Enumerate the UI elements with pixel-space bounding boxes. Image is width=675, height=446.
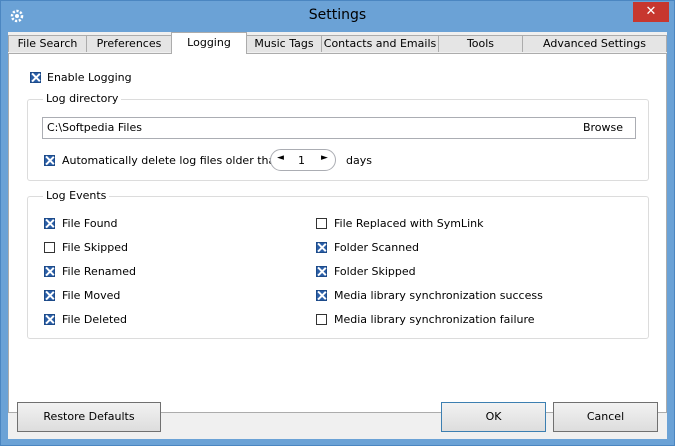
days-unit-label: days <box>346 154 372 167</box>
log-directory-path-field[interactable]: C:\Softpedia Files Browse <box>42 117 636 139</box>
logging-page: Enable Logging Log directory C:\Softpedi… <box>8 53 667 413</box>
days-value[interactable]: 1 <box>298 154 305 167</box>
log-events-title: Log Events <box>43 189 110 202</box>
tab-strip: File Search Preferences Logging Music Ta… <box>8 32 667 54</box>
log-directory-path: C:\Softpedia Files <box>47 121 142 134</box>
file-replaced-symlink-label: File Replaced with SymLink <box>334 217 484 230</box>
file-deleted-checkbox[interactable] <box>44 314 55 325</box>
folder-scanned-checkbox[interactable] <box>316 242 327 253</box>
tab-tools[interactable]: Tools <box>438 35 523 52</box>
file-renamed-label: File Renamed <box>62 265 136 278</box>
log-directory-group: Log directory C:\Softpedia Files Browse … <box>27 92 649 181</box>
media-sync-success-label: Media library synchronization success <box>334 289 543 302</box>
enable-logging-label: Enable Logging <box>47 71 132 84</box>
file-deleted-label: File Deleted <box>62 313 128 326</box>
increment-arrow-icon[interactable]: ► <box>321 153 328 163</box>
file-found-checkbox[interactable] <box>44 218 55 229</box>
client-area: File Search Preferences Logging Music Ta… <box>8 32 667 439</box>
ok-button[interactable]: OK <box>441 402 546 432</box>
folder-skipped-checkbox[interactable] <box>316 266 327 277</box>
tab-music-tags[interactable]: Music Tags <box>246 35 322 52</box>
file-skipped-label: File Skipped <box>62 241 129 254</box>
tab-logging[interactable]: Logging <box>171 32 247 54</box>
decrement-arrow-icon[interactable]: ◄ <box>277 153 284 163</box>
folder-scanned-label: Folder Scanned <box>334 241 419 254</box>
auto-delete-label: Automatically delete log files older tha… <box>62 154 283 167</box>
enable-logging-checkbox[interactable] <box>30 72 41 83</box>
window-title: Settings <box>308 7 367 23</box>
media-sync-failure-label: Media library synchronization failure <box>334 313 535 326</box>
title-bar[interactable]: Settings ✕ <box>1 1 674 31</box>
file-renamed-checkbox[interactable] <box>44 266 55 277</box>
file-moved-label: File Moved <box>62 289 121 302</box>
close-button[interactable]: ✕ <box>633 2 669 22</box>
cancel-button[interactable]: Cancel <box>553 402 658 432</box>
log-events-group: Log Events File Found File Skipped File … <box>27 189 649 339</box>
media-sync-success-checkbox[interactable] <box>316 290 327 301</box>
file-moved-checkbox[interactable] <box>44 290 55 301</box>
browse-button[interactable]: Browse <box>583 121 623 134</box>
file-found-label: File Found <box>62 217 118 230</box>
tab-file-search[interactable]: File Search <box>8 35 87 52</box>
restore-defaults-button[interactable]: Restore Defaults <box>17 402 161 432</box>
settings-window: Settings ✕ File Search Preferences Loggi… <box>0 0 675 446</box>
file-replaced-symlink-checkbox[interactable] <box>316 218 327 229</box>
days-stepper[interactable]: ◄ 1 ► <box>270 149 336 171</box>
tab-contacts-and-emails[interactable]: Contacts and Emails <box>321 35 439 52</box>
tab-preferences[interactable]: Preferences <box>86 35 172 52</box>
file-skipped-checkbox[interactable] <box>44 242 55 253</box>
log-directory-title: Log directory <box>43 92 122 105</box>
tab-advanced-settings[interactable]: Advanced Settings <box>522 35 667 52</box>
media-sync-failure-checkbox[interactable] <box>316 314 327 325</box>
folder-skipped-label: Folder Skipped <box>334 265 416 278</box>
auto-delete-checkbox[interactable] <box>44 155 55 166</box>
